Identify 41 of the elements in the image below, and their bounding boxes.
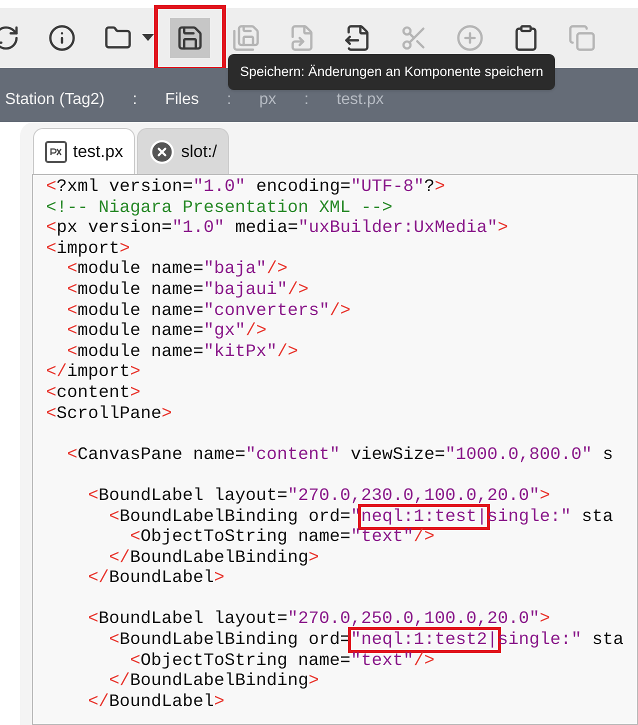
code-line: <ObjectToString name="text"/>: [130, 650, 435, 672]
code-line: </BoundLabel>: [88, 692, 225, 712]
editor-tab[interactable]: test.px: [33, 128, 136, 174]
editor-tab[interactable]: slot:/: [137, 128, 229, 174]
code-line: <module name="kitPx"/>: [67, 342, 298, 362]
refresh-icon: [0, 24, 20, 52]
copy-icon: [568, 24, 596, 52]
code-line: <ScrollPane>: [46, 404, 172, 424]
code-line: <import>: [46, 238, 130, 260]
code-line: <module name="bajaui"/>: [67, 280, 309, 301]
caret-icon: [142, 34, 154, 42]
code-line: <!-- Niagara Presentation XML -->: [46, 198, 393, 218]
breadcrumb-item: :: [132, 92, 138, 108]
info-icon: [48, 24, 76, 52]
code-line: </BoundLabel>: [88, 568, 225, 589]
breadcrumb-item: :: [226, 92, 232, 108]
px-file-icon: [45, 140, 67, 162]
code-line: <module name="gx"/>: [67, 321, 267, 342]
toolbar-button[interactable]: [170, 18, 210, 58]
code-line: <content>: [46, 382, 141, 404]
code-line: <CanvasPane name="content" viewSize="1000.0,800.0" s: [67, 444, 614, 466]
save-all-icon: [232, 24, 260, 52]
code-line: <BoundLabel layout="270.0,230.0,100.0,20.0">: [88, 486, 550, 506]
breadcrumb-item[interactable]: px: [259, 92, 276, 108]
close-circle-icon: [149, 138, 176, 164]
code-line: <BoundLabel layout="270.0,250.0,100.0,20.0">: [88, 609, 550, 630]
tooltip: Speichern: Änderungen an Komponente speichern: [228, 54, 556, 90]
code-line: </import>: [46, 362, 141, 383]
code-line: <module name="converters"/>: [67, 300, 351, 322]
breadcrumb-item: :: [304, 92, 309, 108]
breadcrumb-item[interactable]: test.px: [336, 92, 384, 108]
add-icon: [456, 24, 484, 52]
code-line: </BoundLabelBinding>: [109, 671, 320, 692]
code-line: <px version="1.0" media="uxBuilder:UxMedia">: [46, 218, 508, 239]
breadcrumb-item[interactable]: Files: [165, 92, 199, 108]
code-line: <module name="baja"/>: [67, 259, 288, 280]
code-line: </BoundLabelBinding>: [109, 548, 320, 568]
code-line: <?xml version="1.0" encoding="UTF-8"?>: [46, 177, 446, 198]
code-line: <ObjectToString name="text"/>: [130, 527, 435, 548]
breadcrumb-item[interactable]: Station (Tag2): [5, 92, 105, 108]
save-icon: [176, 24, 204, 52]
